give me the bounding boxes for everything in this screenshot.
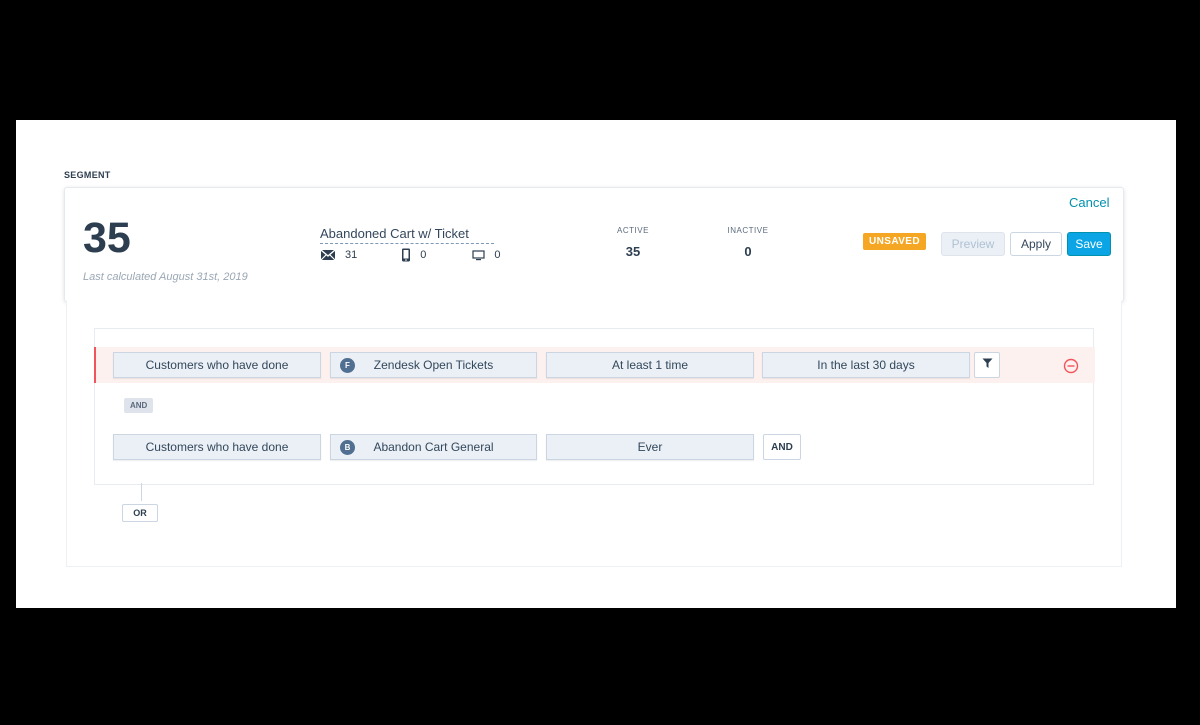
filter-frequency-label: Ever — [637, 440, 663, 454]
filter-group: Customers who have done F Zendesk Open T… — [94, 328, 1095, 485]
unsaved-badge: UNSAVED — [863, 233, 926, 250]
email-count-value: 31 — [345, 249, 358, 261]
filter-frequency-select[interactable]: At least 1 time — [546, 352, 754, 378]
section-title: SEGMENT — [64, 170, 111, 180]
channel-counts: 31 0 0 — [320, 248, 501, 262]
mobile-count: 0 — [401, 248, 426, 262]
filter-panel: Customers who have done F Zendesk Open T… — [66, 301, 1122, 567]
web-count-value: 0 — [494, 249, 501, 261]
active-value: 35 — [625, 244, 641, 259]
inactive-stat: INACTIVE 0 — [718, 226, 778, 259]
active-stat: ACTIVE 35 — [608, 226, 658, 259]
app-frame: SEGMENT 35 Last calculated August 31st, … — [16, 120, 1176, 608]
segment-count: 35 — [83, 214, 131, 262]
email-count: 31 — [320, 249, 357, 261]
inactive-label: INACTIVE — [727, 226, 769, 235]
filter-subject-select[interactable]: Customers who have done — [113, 434, 321, 460]
remove-filter-button[interactable] — [1063, 358, 1079, 374]
filter-refine-button[interactable] — [974, 352, 1000, 378]
segment-name[interactable]: Abandoned Cart w/ Ticket — [320, 226, 494, 244]
filter-event-select[interactable]: F Zendesk Open Tickets — [330, 352, 537, 378]
last-calculated: Last calculated August 31st, 2019 — [83, 271, 248, 283]
filter-event-select[interactable]: B Abandon Cart General — [330, 434, 537, 460]
filter-timeframe-label: In the last 30 days — [817, 358, 915, 372]
event-type-badge: B — [340, 440, 355, 455]
active-label: ACTIVE — [617, 226, 649, 235]
segment-summary-card: 35 Last calculated August 31st, 2019 Aba… — [64, 187, 1124, 302]
funnel-icon — [982, 356, 993, 374]
minus-circle-icon — [1063, 358, 1079, 378]
add-or-button[interactable]: OR — [122, 504, 158, 522]
preview-button[interactable]: Preview — [941, 232, 1005, 256]
filter-timeframe-select[interactable]: In the last 30 days — [762, 352, 970, 378]
filter-frequency-label: At least 1 time — [611, 358, 689, 372]
filter-subject-select[interactable]: Customers who have done — [113, 352, 321, 378]
mobile-icon — [401, 248, 411, 262]
monitor-icon — [472, 249, 485, 261]
save-button[interactable]: Save — [1067, 232, 1111, 256]
filter-frequency-select[interactable]: Ever — [546, 434, 754, 460]
envelope-icon — [320, 249, 336, 261]
filter-event-label: Abandon Cart General — [373, 440, 494, 454]
and-connector-tag: AND — [124, 398, 154, 413]
or-connector-line — [141, 483, 142, 501]
event-type-badge: F — [340, 358, 355, 373]
add-and-button[interactable]: AND — [763, 434, 801, 460]
filter-subject-label: Customers who have done — [145, 440, 289, 454]
filter-subject-label: Customers who have done — [145, 358, 289, 372]
cancel-link[interactable]: Cancel — [1069, 195, 1109, 210]
web-count: 0 — [472, 249, 501, 261]
filter-event-label: Zendesk Open Tickets — [373, 358, 494, 372]
apply-button[interactable]: Apply — [1010, 232, 1062, 256]
mobile-count-value: 0 — [420, 249, 427, 261]
inactive-value: 0 — [744, 244, 752, 259]
